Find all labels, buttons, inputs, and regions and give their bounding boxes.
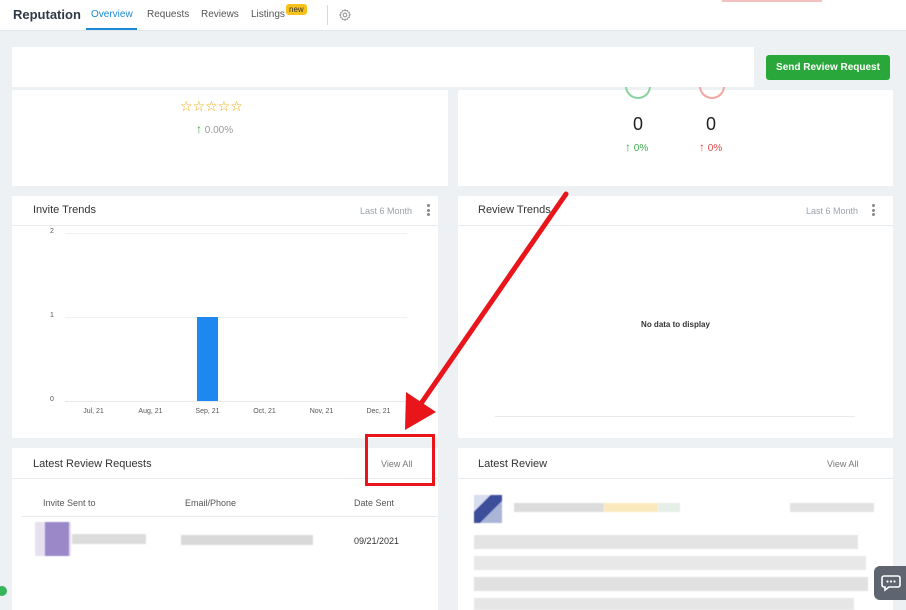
rating-change-value: 0.00% [204,125,234,136]
x-tick-label: Dec, 21 [366,408,391,415]
card-divider [458,478,893,479]
column-header: Email/Phone [185,498,237,508]
review-trends-range[interactable]: Last 6 Month [806,206,858,216]
chart-bar[interactable] [197,317,218,401]
happy-face-icon [625,87,651,99]
positive-change-value: 0% [633,143,649,154]
table-header-divider [22,516,438,517]
column-header: Invite Sent to [43,498,96,508]
rating-change: ↑ 0.00% [196,122,233,136]
arrow-up-icon: ↑ [699,140,705,154]
gridline [65,233,407,234]
app-title: Reputation [13,7,81,22]
send-review-request-button[interactable]: Send Review Request [766,55,890,80]
invite-trends-chart: 2 1 0 Jul, 21 Aug, 21 Sep, 21 Oct, 21 Nov, 2… [12,196,438,438]
nav-divider [327,5,328,25]
tab-requests[interactable]: Requests [147,9,189,20]
negative-count: 0 [706,114,717,134]
positive-change: ↑ 0% [625,140,648,154]
x-tick-label: Nov, 21 [309,408,334,415]
action-bar [12,47,754,87]
sentiment-card [458,90,893,186]
redacted-review-line [474,577,868,591]
x-axis-line [65,401,407,402]
latest-review-title: Latest Review [478,458,548,470]
reviewer-avatar [474,495,502,523]
negative-change: ↑ 0% [699,140,722,154]
x-tick-label: Aug, 21 [138,408,163,415]
x-axis-line [495,416,855,417]
x-tick-label: Sep, 21 [195,408,220,415]
x-tick-label: Jul, 21 [83,408,104,415]
avatar [35,522,71,556]
stars-icon: ☆☆☆☆☆ [180,98,243,114]
review-trends-card [458,196,893,438]
gear-icon[interactable] [338,8,352,22]
redacted-rating [604,503,658,512]
side-widget-dot[interactable] [0,586,7,596]
tab-listings[interactable]: Listings [251,9,285,20]
sentiment-icons-clip [458,87,893,103]
positive-count: 0 [633,114,644,134]
more-options-icon[interactable] [872,204,875,216]
redacted-meta [658,503,680,512]
y-tick-label: 1 [50,312,54,319]
top-nav-bar: Reputation Overview Requests Reviews Lis… [0,0,906,31]
redacted-reviewer-name [514,503,604,512]
gridline [65,317,407,318]
sad-face-icon [699,87,725,99]
chat-icon [881,575,901,592]
negative-change-value: 0% [707,143,723,154]
card-divider [458,225,893,226]
review-trends-title: Review Trends [478,204,551,216]
top-edge-element [722,0,822,2]
redacted-contact [181,535,313,545]
tab-overview[interactable]: Overview [91,9,133,20]
arrow-up-icon: ↑ [625,140,631,154]
active-tab-indicator [86,28,137,30]
empty-state-message: No data to display [641,320,710,329]
chat-widget-button[interactable] [874,566,906,600]
tab-reviews[interactable]: Reviews [201,9,239,20]
arrow-up-icon: ↑ [196,122,202,136]
x-tick-label: Oct, 21 [253,408,276,415]
redacted-review-line [474,535,858,549]
view-all-reviews-link[interactable]: View All [827,459,858,469]
date-sent: 09/21/2021 [354,536,400,546]
redacted-date [790,503,874,512]
redacted-name [72,534,146,544]
redacted-review-line [474,598,854,610]
y-tick-label: 0 [50,396,54,403]
star-rating: ☆☆☆☆☆ [180,99,243,113]
new-badge: new [286,4,307,15]
annotation-highlight-box [365,434,435,486]
y-tick-label: 2 [50,228,54,235]
latest-requests-title: Latest Review Requests [33,458,152,470]
redacted-review-line [474,556,866,570]
column-header: Date Sent [354,498,395,508]
